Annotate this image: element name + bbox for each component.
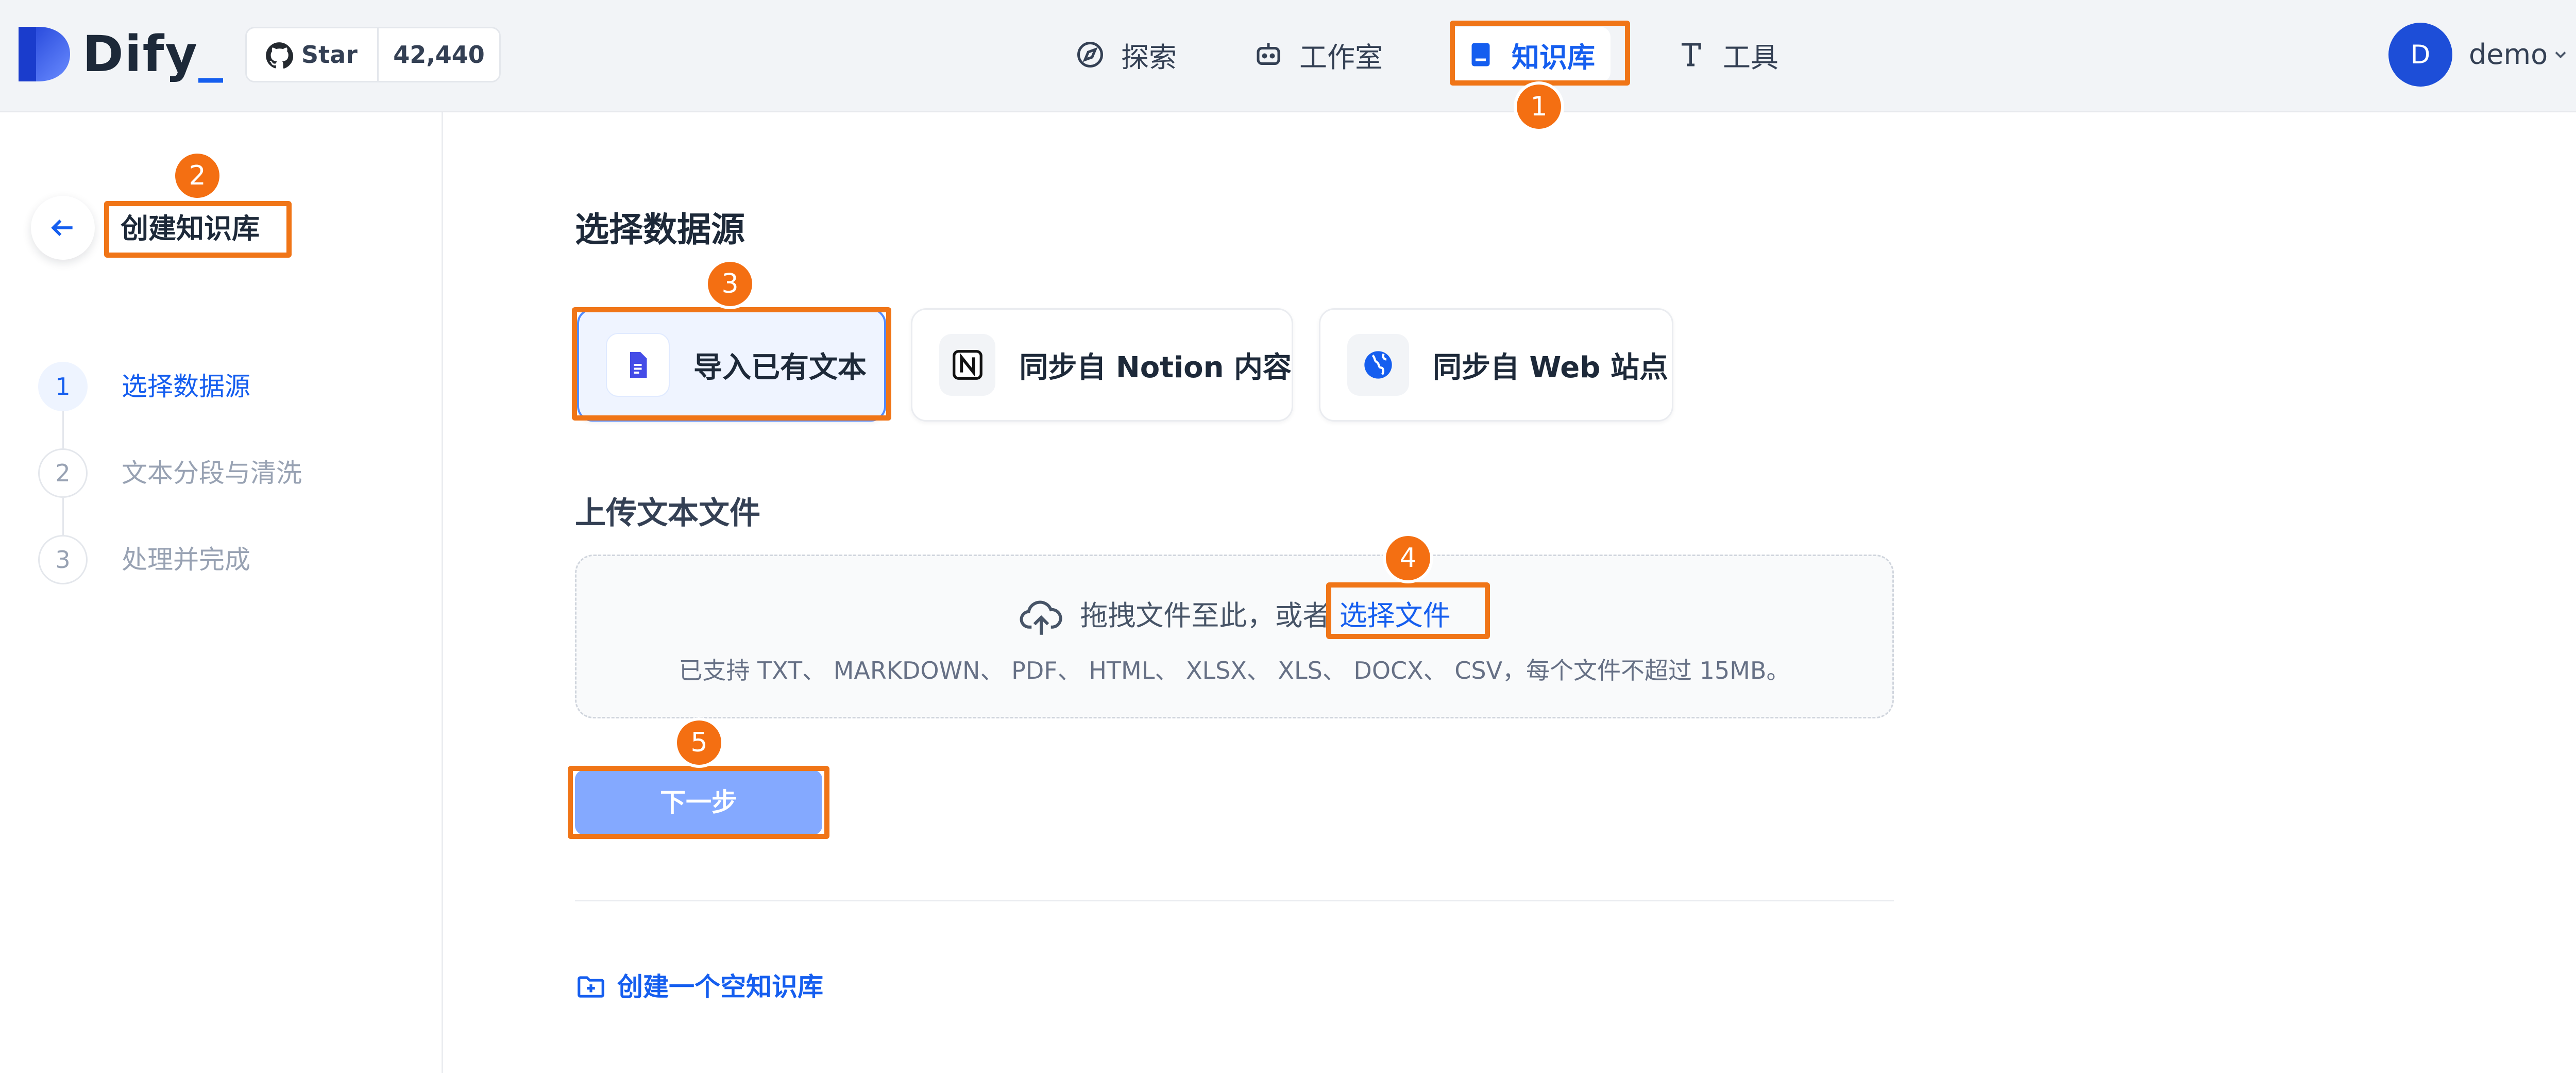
file-dropzone[interactable]: 拖拽文件至此，或者 选择文件 已支持 TXT、 MARKDOWN、 PDF、 H… — [575, 555, 1894, 718]
robot-icon — [1257, 43, 1280, 65]
user-name[interactable]: demo — [2469, 23, 2548, 87]
nav-studio[interactable]: 工作室 — [1253, 27, 1383, 82]
source-card-file-label: 导入已有文本 — [693, 350, 867, 384]
nav-explore[interactable]: 探索 — [1075, 27, 1177, 82]
next-step-button[interactable]: 下一步 — [575, 770, 822, 835]
github-icon — [266, 42, 293, 69]
folder-plus-icon — [578, 976, 604, 998]
step-connector — [62, 411, 64, 448]
nav-explore-label: 探索 — [1121, 41, 1177, 74]
annotation-badge-5: 5 — [677, 720, 721, 765]
annotation-badge-2: 2 — [175, 154, 219, 198]
dropzone-prompt: 拖拽文件至此，或者 选择文件 — [577, 590, 1892, 642]
upload-section-title: 上传文本文件 — [575, 495, 760, 531]
step-3-number: 3 — [38, 535, 88, 584]
source-card-notion[interactable]: 同步自 Notion 内容 — [911, 308, 1293, 422]
source-card-web-label: 同步自 Web 站点 — [1433, 350, 1668, 384]
sidebar-title: 创建知识库 — [121, 212, 260, 245]
nav-tools-label: 工具 — [1723, 41, 1778, 74]
source-card-web[interactable]: 同步自 Web 站点 — [1319, 308, 1673, 422]
nav-studio-label: 工作室 — [1299, 41, 1383, 74]
step-connector — [62, 498, 64, 535]
create-empty-knowledge-label: 创建一个空知识库 — [617, 972, 823, 1002]
compass-icon — [1077, 42, 1103, 68]
github-star-count[interactable]: 42,440 — [379, 28, 499, 81]
divider — [575, 900, 1894, 901]
dify-logo-icon[interactable] — [19, 27, 70, 81]
notion-icon — [939, 334, 996, 396]
step-3-label: 处理并完成 — [122, 545, 250, 575]
dropzone-text: 拖拽文件至此，或者 — [1080, 599, 1331, 632]
arrow-left-icon — [51, 219, 73, 237]
globe-icon — [1347, 334, 1409, 396]
avatar[interactable]: D — [2388, 23, 2452, 87]
cloud-upload-icon — [1020, 600, 1062, 635]
step-1-number: 1 — [38, 362, 88, 411]
back-button[interactable] — [31, 196, 95, 260]
book-icon — [1471, 43, 1490, 66]
nav-knowledge[interactable]: 知识库 — [1450, 27, 1611, 82]
chevron-down-icon[interactable] — [2551, 45, 2570, 64]
app-logo-text[interactable]: Dify_ — [82, 27, 224, 81]
github-star-widget[interactable]: Star 42,440 — [245, 27, 501, 82]
annotation-badge-4: 4 — [1386, 536, 1430, 580]
step-1-label: 选择数据源 — [122, 372, 250, 401]
nav-tools[interactable]: 工具 — [1676, 27, 1778, 82]
tool-icon — [1682, 43, 1701, 66]
dropzone-hint: 已支持 TXT、 MARKDOWN、 PDF、 HTML、 XLSX、 XLS、… — [679, 657, 1790, 684]
github-star-button[interactable]: Star — [247, 28, 379, 81]
select-file-link[interactable]: 选择文件 — [1340, 599, 1451, 632]
nav-knowledge-label: 知识库 — [1512, 41, 1595, 74]
step-2-label: 文本分段与清洗 — [122, 458, 302, 488]
source-card-file[interactable]: 导入已有文本 — [577, 308, 886, 422]
document-icon — [606, 333, 670, 397]
step-2-number: 2 — [38, 448, 88, 498]
annotation-badge-1: 1 — [1517, 85, 1561, 129]
github-star-label: Star — [301, 41, 358, 69]
source-card-notion-label: 同步自 Notion 内容 — [1019, 350, 1292, 384]
create-empty-knowledge-link[interactable]: 创建一个空知识库 — [575, 964, 823, 1010]
annotation-badge-3: 3 — [708, 262, 752, 306]
page-title: 选择数据源 — [575, 210, 745, 249]
